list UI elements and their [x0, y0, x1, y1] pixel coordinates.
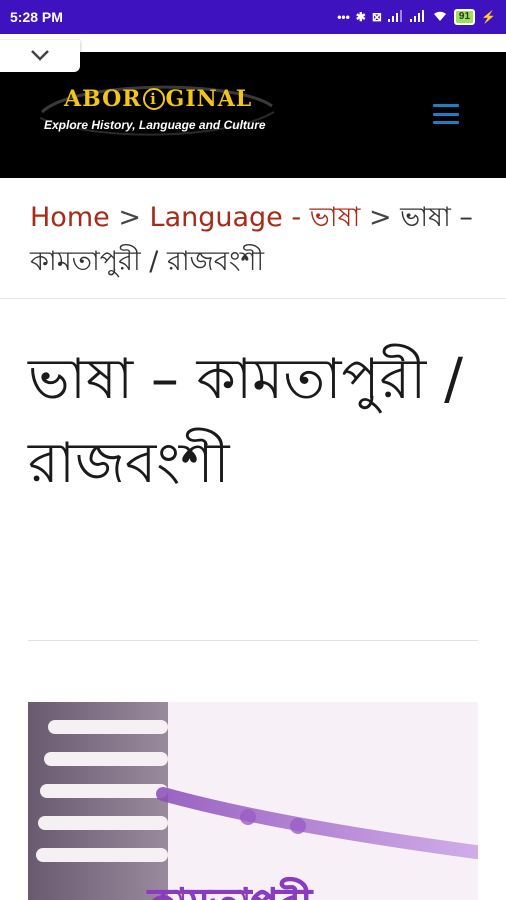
featured-image-art — [28, 702, 478, 900]
page-title: ভাষা – কামতাপুরী / রাজবংশী — [28, 347, 463, 496]
breadcrumb: Home > Language - ভাষা > ভাষা – কামতাপুর… — [30, 196, 490, 284]
logo-i-circle: i — [142, 88, 165, 110]
status-bar: 5:28 PM ••• ✱ ⊠ 91 ⚡ — [0, 0, 506, 34]
chevron-down-icon — [29, 47, 51, 66]
breadcrumb-separator: > — [360, 202, 401, 233]
divider — [28, 640, 478, 641]
breadcrumb-separator: > — [109, 202, 150, 233]
status-time: 5:28 PM — [10, 9, 63, 25]
breadcrumb-home-link[interactable]: Home — [30, 202, 110, 233]
charging-icon: ⚡ — [481, 10, 496, 24]
logo-title: ABOR i GINAL — [64, 86, 253, 112]
signal-icon — [387, 9, 404, 25]
collapse-toolbar-button[interactable] — [0, 40, 80, 72]
logo-tagline: Explore History, Language and Culture — [44, 118, 266, 132]
featured-image-caption: কামতাপুরী — [147, 872, 312, 900]
signal-icon — [409, 9, 426, 25]
battery-icon: 91 — [453, 9, 476, 25]
more-dots-icon: ••• — [337, 10, 350, 24]
wifi-icon — [432, 10, 448, 25]
breadcrumb-language-link[interactable]: Language - ভাষা — [150, 202, 361, 233]
volte-icon: ⊠ — [371, 10, 382, 24]
hamburger-menu-icon[interactable] — [433, 104, 459, 124]
featured-image[interactable]: কামতাপুরী — [28, 702, 478, 900]
divider — [0, 298, 506, 299]
status-icons: ••• ✱ ⊠ 91 ⚡ — [337, 9, 496, 25]
bluetooth-icon: ✱ — [355, 10, 366, 24]
site-logo[interactable]: ABOR i GINAL Explore History, Language and… — [36, 82, 276, 142]
